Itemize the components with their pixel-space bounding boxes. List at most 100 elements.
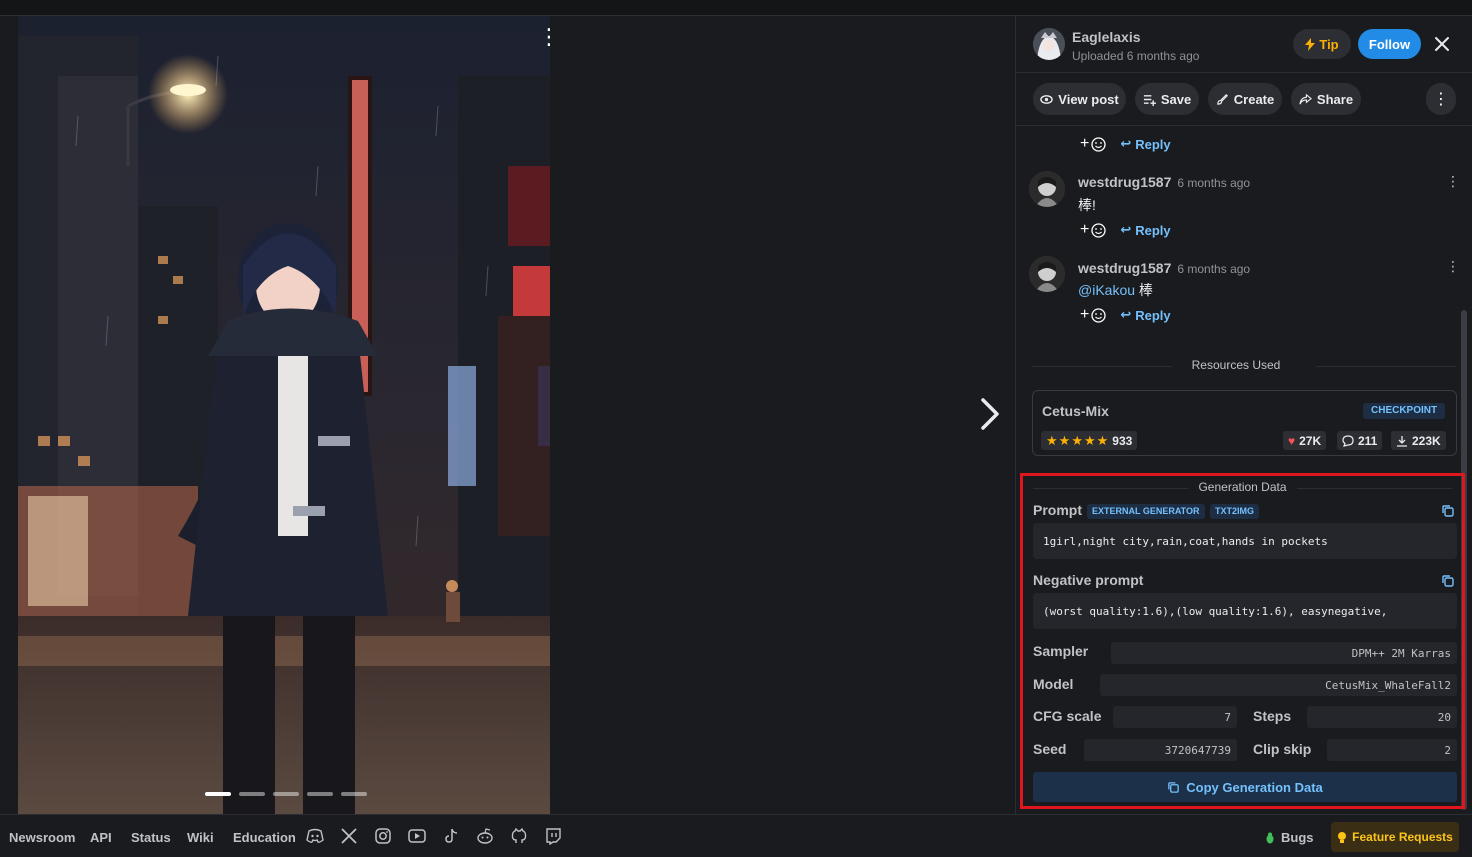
tiktok-icon[interactable]: [442, 827, 460, 845]
prompt-text[interactable]: 1girl,night city,rain,coat,hands in pock…: [1033, 523, 1457, 559]
star-icon: ★: [1058, 432, 1071, 448]
eye-icon: [1040, 94, 1054, 104]
comments-count: 211: [1358, 433, 1378, 448]
comment-menu-button[interactable]: ⋮: [1446, 173, 1460, 190]
discord-icon[interactable]: [306, 827, 324, 845]
comment-time: 6 months ago: [1177, 262, 1251, 276]
share-button[interactable]: Share: [1291, 83, 1361, 115]
footer-link-status[interactable]: Status: [131, 830, 171, 845]
twitch-icon[interactable]: [544, 827, 562, 845]
reply-icon: ↩: [1120, 136, 1132, 151]
reply-label: Reply: [1135, 307, 1171, 323]
reply-label: Reply: [1135, 222, 1171, 238]
add-reaction-button[interactable]: +: [1080, 306, 1106, 324]
resource-card[interactable]: Cetus-Mix CHECKPOINT ★ ★ ★ ★ ★ 933 ♥ 27K…: [1032, 390, 1457, 456]
plus-icon: +: [1080, 135, 1090, 152]
comment-actions: + ↩ Reply: [1080, 135, 1171, 153]
generation-title: Generation Data: [1023, 480, 1462, 494]
github-icon[interactable]: [510, 827, 528, 845]
avatar[interactable]: [1033, 28, 1065, 60]
user-mention-link[interactable]: @iKakou: [1078, 282, 1135, 298]
close-button[interactable]: [1430, 32, 1454, 56]
clip-skip-label: Clip skip: [1253, 741, 1312, 757]
save-button[interactable]: Save: [1135, 83, 1199, 115]
chevron-right-icon: [981, 398, 999, 430]
clip-skip-value: 2: [1327, 739, 1457, 761]
lightbulb-icon: [1338, 831, 1347, 843]
model-value: CetusMix_WhaleFall2: [1100, 674, 1457, 696]
follow-button[interactable]: Follow: [1358, 29, 1421, 59]
reply-button[interactable]: ↩ Reply: [1120, 136, 1170, 152]
steps-value: 20: [1307, 706, 1457, 728]
comment-text: 棒!: [1078, 197, 1096, 213]
instagram-icon[interactable]: [374, 827, 392, 845]
add-reaction-button[interactable]: +: [1080, 135, 1106, 153]
footer-link-wiki[interactable]: Wiki: [187, 830, 214, 845]
copy-negative-icon[interactable]: [1441, 574, 1455, 588]
bugs-button[interactable]: Bugs: [1264, 830, 1314, 845]
sampler-label: Sampler: [1033, 643, 1089, 659]
footer-link-education[interactable]: Education: [233, 830, 296, 845]
reply-button[interactable]: ↩ Reply: [1120, 222, 1170, 238]
post-actions: View post Save Create Share ⋮: [1016, 74, 1472, 126]
image-menu-button[interactable]: ⋮: [538, 22, 550, 52]
share-label: Share: [1316, 91, 1354, 107]
comments-section: + ↩ Reply westdrug1587 6 months ago ⋮ 棒! …: [1016, 127, 1472, 367]
bugs-label: Bugs: [1281, 830, 1314, 845]
downloads-stat: 223K: [1391, 431, 1446, 450]
create-button[interactable]: Create: [1208, 83, 1282, 115]
carousel-dot[interactable]: [205, 792, 231, 796]
feature-requests-button[interactable]: Feature Requests: [1331, 822, 1459, 852]
carousel-dot[interactable]: [273, 792, 299, 796]
footer-link-api[interactable]: API: [90, 830, 112, 845]
comment-author[interactable]: westdrug1587 6 months ago: [1078, 260, 1250, 276]
reddit-icon[interactable]: [476, 827, 494, 845]
add-reaction-button[interactable]: +: [1080, 221, 1106, 239]
footer-link-newsroom[interactable]: Newsroom: [9, 830, 75, 845]
close-icon: [1435, 37, 1449, 51]
negative-prompt-text[interactable]: (worst quality:1.6),(low quality:1.6), e…: [1033, 593, 1457, 629]
more-options-button[interactable]: ⋮: [1426, 83, 1456, 115]
commenter-avatar-icon: [1029, 256, 1065, 292]
star-icon: ★: [1096, 432, 1109, 448]
playlist-add-icon: [1143, 94, 1156, 106]
resource-name[interactable]: Cetus-Mix: [1042, 403, 1109, 419]
smiley-icon: [1091, 136, 1106, 152]
seed-value: 3720647739: [1084, 739, 1237, 761]
author-name[interactable]: westdrug1587: [1078, 174, 1171, 190]
cfg-scale-label: CFG scale: [1033, 708, 1102, 724]
copy-prompt-icon[interactable]: [1441, 504, 1455, 518]
uploader-name[interactable]: Eaglelaxis: [1072, 29, 1141, 45]
comment-author[interactable]: westdrug1587 6 months ago: [1078, 174, 1250, 190]
sampler-value: DPM++ 2M Karras: [1111, 642, 1457, 664]
comment-menu-button[interactable]: ⋮: [1446, 258, 1460, 275]
steps-label: Steps: [1253, 708, 1292, 724]
x-icon[interactable]: [340, 827, 358, 845]
bug-icon: [1266, 832, 1274, 843]
txt2img-badge: TXT2IMG: [1210, 504, 1260, 519]
lightning-icon: [1305, 37, 1316, 51]
commenter-avatar-icon: [1029, 171, 1065, 207]
reply-button[interactable]: ↩ Reply: [1120, 307, 1170, 323]
star-icon: ★: [1083, 432, 1096, 448]
generation-data: Generation Data Prompt EXTERNAL GENERATO…: [1023, 476, 1462, 806]
carousel-dot[interactable]: [341, 792, 367, 796]
view-post-label: View post: [1058, 91, 1119, 107]
avatar[interactable]: [1029, 256, 1065, 292]
tip-button[interactable]: Tip: [1293, 29, 1351, 59]
avatar[interactable]: [1029, 171, 1065, 207]
reply-icon: ↩: [1120, 307, 1132, 322]
copy-generation-data-button[interactable]: Copy Generation Data: [1033, 772, 1457, 802]
next-image-button[interactable]: [975, 394, 1005, 434]
view-post-button[interactable]: View post: [1033, 83, 1126, 115]
youtube-icon[interactable]: [408, 827, 426, 845]
copy-icon: [1168, 781, 1180, 793]
comment-text: @iKakou 棒: [1078, 280, 1153, 300]
carousel-dot[interactable]: [307, 792, 333, 796]
carousel-dot[interactable]: [239, 792, 265, 796]
author-name[interactable]: westdrug1587: [1078, 260, 1171, 276]
post-image[interactable]: ⋮: [18, 16, 550, 814]
feature-requests-label: Feature Requests: [1352, 830, 1453, 844]
brush-icon: [1217, 93, 1228, 105]
footer: Newsroom API Status Wiki Education Bugs …: [0, 814, 1472, 857]
